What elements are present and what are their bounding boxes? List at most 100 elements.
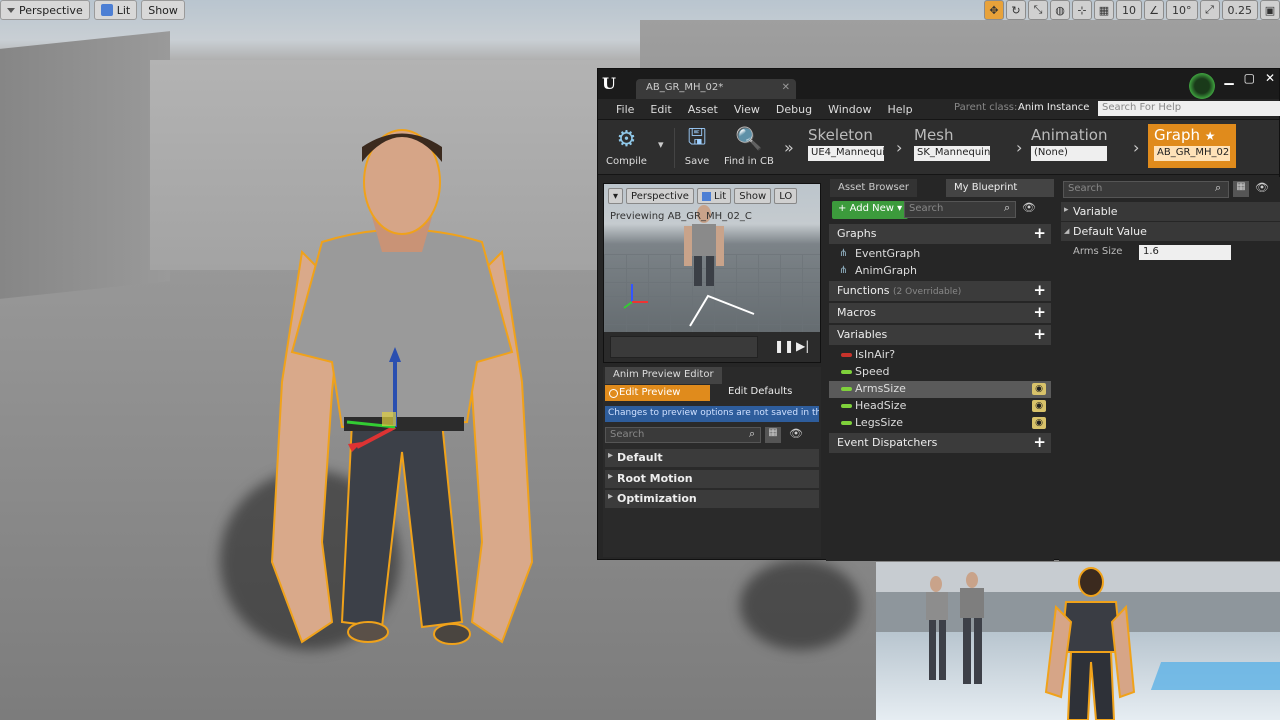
macros-section[interactable]: Macros + — [829, 303, 1051, 323]
step-forward-icon[interactable]: ▶| — [796, 339, 809, 353]
grid-snap-value[interactable]: 10 — [1116, 0, 1142, 20]
menu-asset[interactable]: Asset — [680, 103, 726, 116]
close-window-icon[interactable]: ✕ — [1265, 71, 1275, 85]
variable-section-header[interactable]: Variable — [1061, 202, 1280, 221]
visibility-eye-icon[interactable]: ◉ — [1032, 400, 1046, 412]
compile-options-arrow-icon[interactable]: ▾ — [658, 138, 664, 151]
variable-item-armssize[interactable]: ArmsSize ◉ — [829, 381, 1051, 398]
mode-skeleton[interactable]: Skeleton UE4_Mannequi — [808, 126, 884, 161]
grid-snap-icon[interactable]: ▦ — [1094, 0, 1114, 20]
visibility-eye-icon[interactable]: ◉ — [1032, 417, 1046, 429]
add-graph-icon[interactable]: + — [1033, 224, 1046, 242]
favorite-star-icon[interactable]: ★ — [1205, 129, 1216, 143]
camera-speed-icon[interactable]: ▣ — [1260, 0, 1280, 20]
rotate-icon[interactable]: ↻ — [1006, 0, 1026, 20]
menu-edit[interactable]: Edit — [642, 103, 679, 116]
default-value-section-header[interactable]: Default Value — [1061, 222, 1280, 241]
variable-item-headsize[interactable]: HeadSize ◉ — [829, 398, 1051, 415]
add-event-dispatcher-icon[interactable]: + — [1033, 433, 1046, 451]
compile-button[interactable]: ⚙ Compile — [606, 122, 647, 168]
perspective-button[interactable]: Perspective — [0, 0, 90, 20]
graph-icon: ⋔ — [839, 248, 848, 259]
asset-browser-tab[interactable]: Asset Browser — [830, 179, 918, 197]
skeleton-asset-field[interactable]: UE4_Mannequi — [808, 146, 884, 161]
arms-size-input[interactable]: 1.6 — [1139, 245, 1231, 260]
find-in-cb-button[interactable]: 🔍 Find in CB — [724, 122, 774, 168]
maximize-icon[interactable]: ▢ — [1244, 71, 1255, 85]
event-dispatchers-section[interactable]: Event Dispatchers + — [829, 433, 1051, 453]
my-blueprint-search-input[interactable]: Search — [904, 201, 1016, 218]
rotation-snap-icon[interactable]: ∠ — [1144, 0, 1164, 20]
title-bar[interactable]: U AB_GR_MH_02* ✕ ▁ ▢ ✕ — [598, 69, 1279, 99]
animation-asset-field[interactable]: (None) — [1031, 146, 1107, 161]
eye-icon[interactable]: 👁 — [789, 427, 803, 440]
graph-item-animgraph[interactable]: ⋔ AnimGraph — [829, 263, 1051, 280]
show-button[interactable]: Show — [141, 0, 185, 20]
world-space-icon[interactable]: ◍ — [1050, 0, 1070, 20]
mode-mesh[interactable]: Mesh SK_Mannequin — [914, 126, 990, 161]
preview-timeline[interactable] — [610, 336, 758, 358]
parent-class-link[interactable]: Anim Instance — [1018, 102, 1089, 113]
graph-icon: ⋔ — [839, 265, 848, 276]
add-variable-icon[interactable]: + — [1033, 325, 1046, 343]
view-options-icon[interactable]: ▦ — [765, 427, 781, 443]
menu-debug[interactable]: Debug — [768, 103, 820, 116]
lit-button[interactable]: Lit — [93, 0, 138, 20]
variable-item-speed[interactable]: Speed — [829, 364, 1051, 381]
float-type-icon — [841, 387, 852, 391]
rotation-snap-value[interactable]: 10° — [1166, 0, 1198, 20]
edit-preview-button[interactable]: Edit Preview — [605, 385, 710, 401]
menu-file[interactable]: File — [608, 103, 642, 116]
mode-animation[interactable]: Animation (None) — [1031, 126, 1107, 161]
menu-window[interactable]: Window — [820, 103, 879, 116]
variables-section[interactable]: Variables + — [829, 325, 1051, 345]
edit-defaults-button[interactable]: Edit Defaults — [728, 386, 792, 397]
menu-help[interactable]: Help — [879, 103, 920, 116]
graph-item-eventgraph[interactable]: ⋔ EventGraph — [829, 246, 1051, 263]
anim-preview-editor-tab[interactable]: Anim Preview Editor — [605, 367, 722, 384]
variable-item-isinair[interactable]: IsInAir? — [829, 347, 1051, 364]
category-default[interactable]: Default — [605, 449, 819, 467]
functions-section[interactable]: Functions (2 Overridable) + — [829, 281, 1051, 301]
category-root-motion[interactable]: Root Motion — [605, 470, 819, 488]
graphs-section[interactable]: Graphs + — [829, 224, 1051, 244]
mesh-asset-field[interactable]: SK_Mannequin — [914, 146, 990, 161]
document-tab[interactable]: AB_GR_MH_02* ✕ — [636, 79, 796, 99]
view-options-icon[interactable]: ▦ — [1233, 181, 1249, 197]
close-tab-icon[interactable]: ✕ — [782, 82, 790, 93]
selected-character-mesh[interactable] — [262, 122, 542, 662]
preview-search-input[interactable]: Search — [605, 427, 761, 443]
scale-snap-icon[interactable]: ⤢ — [1199, 0, 1220, 20]
details-search-input[interactable]: Search — [1063, 181, 1229, 198]
my-blueprint-tabs: Asset Browser My Blueprint — [826, 177, 1054, 197]
preview-options-button[interactable]: ▾ — [608, 188, 624, 204]
mode-graph[interactable]: Graph ★ AB_GR_MH_02 — [1148, 124, 1236, 168]
preview-viewport[interactable]: ▾ Perspective Lit Show LO Previewing AB_… — [603, 183, 821, 363]
translate-icon[interactable]: ✥ — [984, 0, 1004, 20]
my-blueprint-tab[interactable]: My Blueprint — [946, 179, 1054, 197]
minimize-icon[interactable]: ▁ — [1224, 71, 1233, 85]
preview-lod-button[interactable]: LO — [774, 188, 798, 204]
menu-view[interactable]: View — [726, 103, 768, 116]
help-search-input[interactable]: Search For Help — [1098, 101, 1280, 116]
add-function-icon[interactable]: + — [1033, 281, 1046, 299]
lit-label: Lit — [116, 3, 131, 17]
pause-icon[interactable]: ❚❚ — [774, 339, 794, 353]
category-optimization[interactable]: Optimization — [605, 490, 819, 508]
unreal-logo-icon: U — [602, 74, 616, 93]
eye-icon[interactable]: 👁 — [1255, 181, 1269, 194]
scale-snap-value[interactable]: 0.25 — [1221, 0, 1258, 20]
preview-perspective-button[interactable]: Perspective — [626, 188, 694, 204]
add-macro-icon[interactable]: + — [1033, 303, 1046, 321]
add-new-button[interactable]: + Add New ▾ — [832, 201, 909, 219]
source-control-icon[interactable] — [1189, 73, 1215, 99]
graph-asset-field[interactable]: AB_GR_MH_02 — [1154, 146, 1230, 161]
save-button[interactable]: 🖫 Save — [680, 122, 714, 167]
visibility-eye-icon[interactable]: ◉ — [1032, 383, 1046, 395]
preview-lit-button[interactable]: Lit — [696, 188, 732, 204]
surface-snap-icon[interactable]: ⊹ — [1072, 0, 1092, 20]
preview-show-button[interactable]: Show — [734, 188, 772, 204]
eye-icon[interactable]: 👁 — [1022, 201, 1036, 214]
scale-icon[interactable]: ⤡ — [1028, 0, 1048, 20]
variable-item-legssize[interactable]: LegsSize ◉ — [829, 415, 1051, 432]
